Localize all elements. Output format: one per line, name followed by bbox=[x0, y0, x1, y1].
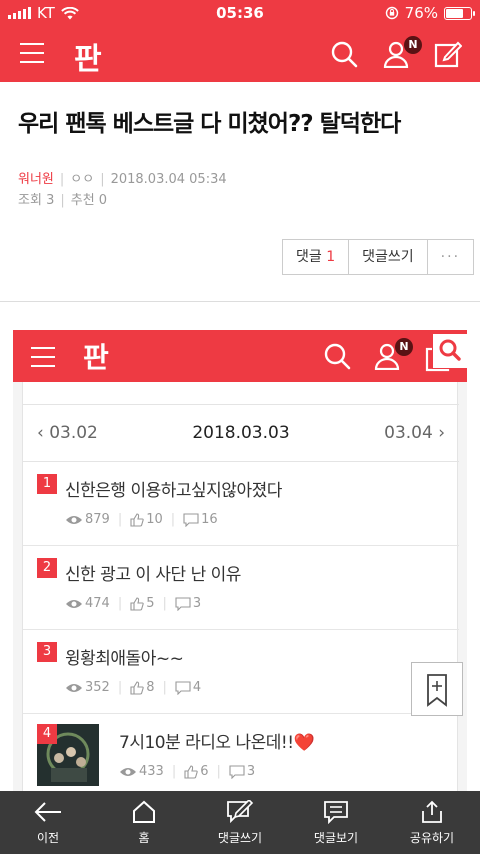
item-stats: 352 | 8 | 4 bbox=[65, 680, 201, 695]
list-item: 1 신한은행 이용하고싶지않아졌다 879 | 10 | 16 bbox=[23, 462, 459, 546]
rank-badge: 3 bbox=[37, 642, 57, 662]
item-stats: 433 | 6 | 3 bbox=[119, 764, 255, 779]
embedded-search-box-icon bbox=[439, 339, 461, 361]
item-stats: 879 | 10 | 16 bbox=[65, 512, 218, 527]
embedded-header: 판 N bbox=[13, 330, 467, 382]
recommend-count: 0 bbox=[98, 193, 108, 208]
item-title: 7시10분 라디오 나온데!!❤️ bbox=[119, 733, 315, 753]
best-posts-card: ‹ 03.02 2018.03.03 03.04 › 1 신한은행 이용하고싶지… bbox=[22, 382, 459, 800]
home-icon bbox=[133, 800, 155, 823]
embedded-search-box bbox=[432, 333, 467, 369]
write-icon[interactable] bbox=[434, 40, 462, 68]
app-header: 판 N bbox=[0, 26, 480, 82]
eye-icon bbox=[66, 515, 82, 524]
comment-icon bbox=[175, 596, 191, 611]
view-comments-button[interactable]: 댓글보기 bbox=[288, 791, 384, 854]
write-comment-icon bbox=[227, 800, 254, 824]
comment-icon bbox=[183, 512, 199, 527]
eye-icon bbox=[66, 599, 82, 608]
comment-count-button[interactable]: 댓글 1 bbox=[283, 240, 350, 274]
post-author[interactable]: 워너원 bbox=[18, 172, 54, 187]
bookmark-icon bbox=[427, 674, 447, 707]
rotation-lock-icon bbox=[385, 6, 398, 20]
item-title: 신한 광고 이 사단 난 이유 bbox=[65, 565, 241, 585]
back-button[interactable]: 이전 bbox=[0, 791, 96, 854]
post-nickname: ㅇㅇ bbox=[70, 172, 95, 187]
bottom-toolbar: 이전 홈 댓글쓰기 댓글보기 공유하기 bbox=[0, 791, 480, 854]
embedded-screenshot: 판 N ‹ 03.02 2018.03.03 03.04 › 1 신한은행 이용… bbox=[13, 330, 467, 800]
embedded-menu-icon bbox=[31, 347, 55, 367]
item-title: 신한은행 이용하고싶지않아졌다 bbox=[65, 481, 282, 501]
post-datetime: 2018.03.04 05:34 bbox=[110, 172, 227, 187]
post-meta: 워너원 | ㅇㅇ | 2018.03.04 05:34 bbox=[18, 172, 227, 187]
views-label: 조회 bbox=[18, 193, 42, 208]
embedded-badge: N bbox=[395, 338, 413, 356]
post-action-bar: 댓글 1 댓글쓰기 ··· bbox=[282, 239, 475, 275]
comment-icon bbox=[175, 680, 191, 695]
write-comment-button[interactable]: 댓글쓰기 bbox=[349, 240, 428, 274]
comment-icon bbox=[229, 764, 245, 779]
post-title: 우리 팬톡 베스트글 다 미쳤어?? 탈덕한다 bbox=[18, 111, 401, 137]
post-stats: 조회 3 | 추천 0 bbox=[18, 193, 108, 208]
comment-count: 1 bbox=[326, 249, 336, 265]
item-stats: 474 | 5 | 3 bbox=[65, 596, 201, 611]
status-bar: KT 05:36 76% bbox=[0, 0, 480, 26]
rank-badge: 2 bbox=[37, 558, 57, 578]
view-comments-icon bbox=[324, 801, 348, 824]
item-thumbnail: 4 bbox=[37, 724, 99, 786]
thumb-up-icon bbox=[130, 680, 144, 695]
views-count: 3 bbox=[46, 193, 55, 208]
list-item: 3 윙황최애돌아~~ 352 | 8 | 4 bbox=[23, 630, 459, 714]
recommend-label: 추천 bbox=[70, 193, 95, 208]
search-icon[interactable] bbox=[330, 40, 358, 68]
thumb-up-icon bbox=[130, 596, 144, 611]
more-button[interactable]: ··· bbox=[428, 240, 473, 274]
item-title: 윙황최애돌아~~ bbox=[65, 649, 184, 669]
notification-badge: N bbox=[404, 36, 422, 54]
eye-icon bbox=[66, 683, 82, 692]
bookmark-button[interactable] bbox=[411, 662, 463, 716]
home-button[interactable]: 홈 bbox=[96, 791, 192, 854]
share-button[interactable]: 공유하기 bbox=[384, 791, 480, 854]
rank-badge: 4 bbox=[37, 724, 57, 744]
logo[interactable]: 판 bbox=[74, 34, 102, 78]
date-next: 03.04 › bbox=[384, 423, 445, 443]
list-item: 4 7시10분 라디오 나온데!!❤️ 433 | 6 | 3 bbox=[23, 714, 459, 800]
menu-icon[interactable] bbox=[20, 43, 44, 63]
embedded-logo: 판 bbox=[83, 341, 109, 374]
share-icon bbox=[422, 800, 442, 823]
thumb-up-icon bbox=[184, 764, 198, 779]
rank-badge: 1 bbox=[37, 474, 57, 494]
battery-icon bbox=[444, 6, 475, 20]
thumb-up-icon bbox=[130, 512, 144, 527]
embedded-search-icon bbox=[324, 343, 351, 370]
date-navigation: ‹ 03.02 2018.03.03 03.04 › bbox=[23, 404, 459, 462]
back-arrow-icon bbox=[34, 802, 61, 822]
divider bbox=[0, 301, 480, 302]
eye-icon bbox=[120, 767, 136, 776]
write-comment-toolbar-button[interactable]: 댓글쓰기 bbox=[192, 791, 288, 854]
battery-percent: 76% bbox=[404, 4, 438, 22]
list-item: 2 신한 광고 이 사단 난 이유 474 | 5 | 3 bbox=[23, 546, 459, 630]
